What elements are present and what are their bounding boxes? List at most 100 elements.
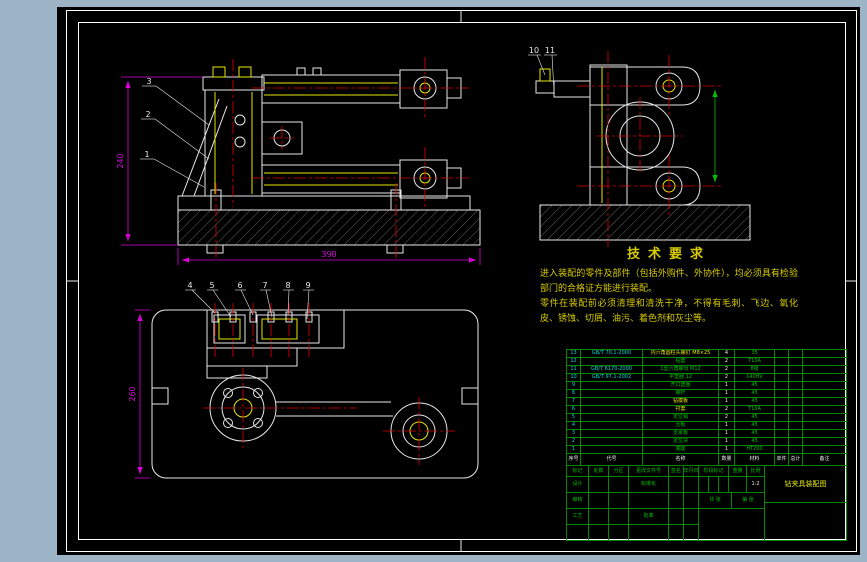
table-cell (803, 446, 847, 454)
table-cell (581, 414, 643, 422)
table-cell (789, 446, 803, 454)
table-cell: 名称 (643, 454, 719, 466)
callout-4: 4 (187, 281, 192, 290)
table-cell: T10A (735, 358, 775, 366)
side-view-geometry (535, 64, 751, 241)
table-cell: 总计 (789, 454, 803, 466)
table-cell: 钻套 (643, 358, 719, 366)
table-cell: 设计 (567, 477, 589, 493)
table-cell (684, 477, 699, 493)
table-cell: 材料 (735, 454, 775, 466)
title-block-scale-area: 阶段标记 重量 比例 1:2 共 张第 张 (699, 466, 765, 541)
table-cell (789, 390, 803, 398)
callout-8: 8 (285, 281, 290, 290)
table-cell: 衬套 (643, 406, 719, 414)
table-cell: 定位块 (643, 438, 719, 446)
table-cell (581, 358, 643, 366)
table-cell: 2 (719, 414, 735, 422)
table-cell: 标记 (567, 466, 589, 477)
table-row: 12 钻套 2 T10A (567, 358, 847, 366)
table-cell (789, 414, 803, 422)
side-view-leaders (528, 54, 557, 92)
table-cell (803, 398, 847, 406)
plan-view: 260 4 5 6 7 8 9 (128, 281, 479, 479)
table-cell: 标准化 (629, 477, 669, 493)
table-cell (699, 509, 765, 541)
table-cell (629, 493, 669, 509)
table-row: 序号 代号 名称 数量 材料 单件 总计 备注 (567, 454, 847, 466)
table-cell: 比例 (747, 466, 765, 477)
table-cell (775, 358, 789, 366)
table-cell: 更改文件号 (629, 466, 669, 477)
table-cell: 13 (567, 350, 581, 358)
table-cell (609, 525, 629, 541)
callout-6: 6 (237, 281, 242, 290)
table-cell (581, 422, 643, 430)
table-cell (775, 430, 789, 438)
table-cell: 数量 (719, 454, 735, 466)
table-cell (803, 350, 847, 358)
table-cell: 1 (567, 446, 581, 454)
table-cell (629, 525, 669, 541)
table-cell: 45 (735, 398, 775, 406)
table-cell: 12 (567, 358, 581, 366)
table-cell (775, 390, 789, 398)
table-row: 3 支承板 1 45 (567, 430, 847, 438)
table-cell (789, 438, 803, 446)
table-cell: 螺杆 (643, 390, 719, 398)
table-cell: 1 (719, 398, 735, 406)
callout-7: 7 (262, 281, 267, 290)
table-cell (589, 477, 609, 493)
table-cell: 3 (567, 430, 581, 438)
table-cell: T10A (735, 406, 775, 414)
table-cell: 阶段标记 (699, 466, 729, 477)
table-cell (669, 477, 684, 493)
table-row: 设计 标准化 (567, 477, 699, 493)
table-cell (789, 430, 803, 438)
table-cell: 45 (735, 430, 775, 438)
table-cell: 1 (719, 390, 735, 398)
tech-req-title: 技术要求 (626, 247, 711, 262)
table-row: 标记 处数 分区 更改文件号 签名 年月日 (567, 466, 699, 477)
table-cell (775, 446, 789, 454)
table-cell (669, 493, 684, 509)
table-cell (775, 438, 789, 446)
table-cell: 分区 (609, 466, 629, 477)
table-cell: 年月日 (684, 466, 699, 477)
table-cell (789, 382, 803, 390)
table-row: 1 底座 1 HT200 (567, 446, 847, 454)
table-cell: 定位销 (643, 414, 719, 422)
table-cell (699, 477, 709, 493)
table-cell: 4 (567, 422, 581, 430)
table-cell: 1型六角螺母 M12 (643, 366, 719, 374)
table-cell: 处数 (589, 466, 609, 477)
front-view-hidden-parts (212, 66, 431, 194)
callout-3: 3 (146, 77, 151, 86)
table-cell (803, 374, 847, 382)
table-cell (589, 525, 609, 541)
table-cell (789, 406, 803, 414)
table-row (567, 525, 699, 541)
table-cell (803, 422, 847, 430)
front-view-leaders (140, 85, 210, 188)
table-cell (669, 525, 684, 541)
table-cell: 单件 (775, 454, 789, 466)
table-row: 10 GB/T 97.1-2002 平垫圈 12 2 140HV (567, 374, 847, 382)
table-cell (729, 477, 747, 493)
table-cell (789, 358, 803, 366)
callout-10: 10 (529, 46, 539, 55)
table-row: 6 衬套 2 T10A (567, 406, 847, 414)
table-row: 8 螺杆 1 45 (567, 390, 847, 398)
front-view-geometry (177, 67, 481, 254)
table-cell: 5 (567, 414, 581, 422)
callout-2: 2 (145, 110, 150, 119)
table-cell: 2 (567, 438, 581, 446)
table-cell (589, 493, 609, 509)
drawing-canvas[interactable]: 390 240 3 2 1 10 11 260 4 5 6 7 8 9 技术要求… (57, 7, 860, 555)
table-cell: GB/T 6170-2000 (581, 366, 643, 374)
table-cell: 平垫圈 12 (643, 374, 719, 382)
tech-req-paragraph: 零件在装配前必须清理和清洗干净，不得有毛刺、飞边、氧化皮、锈蚀、切屑、油污、着色… (540, 299, 798, 324)
table-cell (609, 477, 629, 493)
table-cell (803, 438, 847, 446)
cad-viewer-window: 390 240 3 2 1 10 11 260 4 5 6 7 8 9 技术要求… (0, 0, 867, 562)
